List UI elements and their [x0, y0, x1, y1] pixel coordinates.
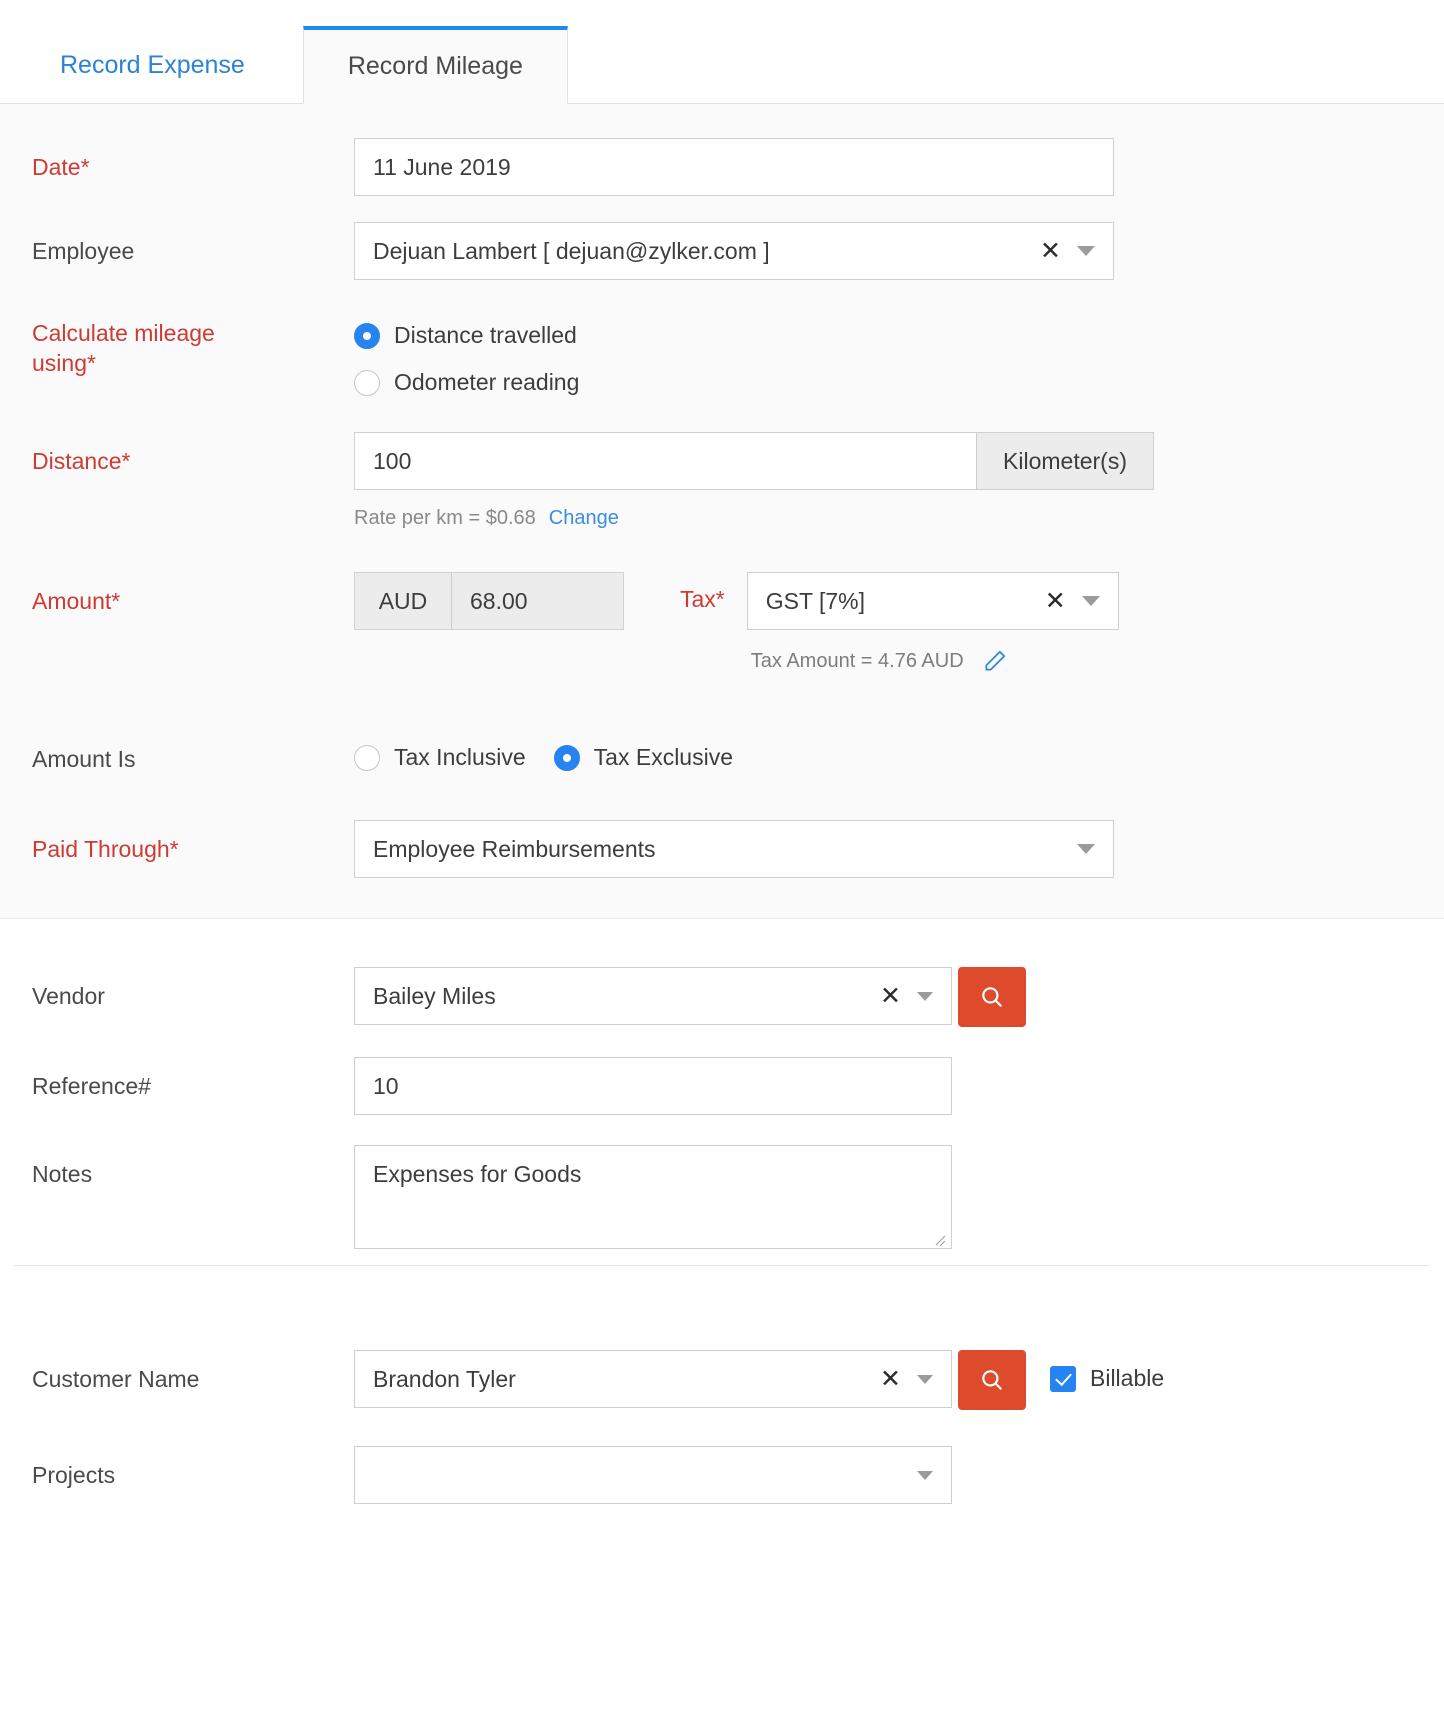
amount-is-radio-group: Tax Inclusive Tax Exclusive: [354, 730, 733, 771]
notes-textarea[interactable]: Expenses for Goods: [354, 1145, 952, 1249]
customer-name-select[interactable]: Brandon Tyler ✕: [354, 1350, 952, 1408]
change-rate-link[interactable]: Change: [549, 507, 619, 530]
amount-value: 68.00: [452, 572, 624, 630]
date-label: Date*: [32, 138, 354, 182]
radio-distance-travelled-icon[interactable]: [354, 323, 380, 349]
row-notes: Notes Expenses for Goods: [0, 1145, 1444, 1249]
radio-tax-inclusive-icon[interactable]: [354, 745, 380, 771]
radio-tax-inclusive-label: Tax Inclusive: [394, 744, 526, 771]
billable-checkbox[interactable]: [1050, 1366, 1076, 1392]
radio-odometer-reading[interactable]: Odometer reading: [354, 369, 579, 396]
vendor-search-button[interactable]: [958, 967, 1026, 1027]
amount-field: AUD 68.00: [354, 572, 624, 630]
projects-select[interactable]: [354, 1446, 952, 1504]
clear-icon[interactable]: ✕: [880, 1367, 901, 1392]
row-reference: Reference# 10: [0, 1057, 1444, 1115]
customer-name-label: Customer Name: [32, 1350, 354, 1394]
radio-tax-exclusive[interactable]: Tax Exclusive: [554, 744, 733, 771]
row-date: Date* 11 June 2019: [0, 138, 1444, 196]
reference-input[interactable]: 10: [354, 1057, 952, 1115]
notes-value: Expenses for Goods: [373, 1161, 581, 1187]
chevron-down-icon[interactable]: [917, 992, 933, 1001]
row-vendor: Vendor Bailey Miles ✕: [0, 967, 1444, 1027]
distance-unit-button[interactable]: Kilometer(s): [976, 432, 1154, 490]
projects-label: Projects: [32, 1446, 354, 1490]
tax-value: GST [7%]: [766, 588, 1045, 615]
chevron-down-icon[interactable]: [917, 1375, 933, 1384]
radio-odometer-reading-label: Odometer reading: [394, 369, 579, 396]
row-customer-name: Customer Name Brandon Tyler ✕ Billable: [0, 1350, 1444, 1410]
row-calculate-using: Calculate mileage using* Distance travel…: [0, 314, 1444, 396]
vendor-select[interactable]: Bailey Miles ✕: [354, 967, 952, 1025]
radio-odometer-reading-icon[interactable]: [354, 370, 380, 396]
row-amount-is: Amount Is Tax Inclusive Tax Exclusive: [0, 730, 1444, 788]
reference-label: Reference#: [32, 1057, 354, 1101]
row-paid-through: Paid Through* Employee Reimbursements: [0, 820, 1444, 878]
paid-through-label: Paid Through*: [32, 820, 354, 864]
clear-icon[interactable]: ✕: [880, 984, 901, 1009]
chevron-down-icon[interactable]: [1082, 596, 1100, 606]
vendor-value: Bailey Miles: [373, 983, 880, 1010]
paid-through-value: Employee Reimbursements: [373, 836, 1075, 863]
distance-label: Distance*: [32, 432, 354, 476]
radio-tax-inclusive[interactable]: Tax Inclusive: [354, 744, 526, 771]
tab-record-expense[interactable]: Record Expense: [0, 26, 303, 104]
section-divider: [14, 1265, 1430, 1266]
radio-distance-travelled[interactable]: Distance travelled: [354, 322, 579, 349]
clear-icon[interactable]: ✕: [1040, 239, 1061, 264]
date-input[interactable]: 11 June 2019: [354, 138, 1114, 196]
row-employee: Employee Dejuan Lambert [ dejuan@zylker.…: [0, 222, 1444, 280]
employee-label: Employee: [32, 222, 354, 266]
amount-is-label: Amount Is: [32, 730, 354, 774]
vendor-label: Vendor: [32, 967, 354, 1011]
billable-checkbox-group[interactable]: Billable: [1050, 1350, 1164, 1392]
tab-record-mileage-label: Record Mileage: [348, 52, 523, 81]
radio-tax-exclusive-icon[interactable]: [554, 745, 580, 771]
customer-name-value: Brandon Tyler: [373, 1366, 880, 1393]
clear-icon[interactable]: ✕: [1045, 589, 1066, 614]
mileage-section: Date* 11 June 2019 Employee Dejuan Lambe…: [0, 104, 1444, 919]
date-value: 11 June 2019: [373, 154, 1095, 181]
employee-select[interactable]: Dejuan Lambert [ dejuan@zylker.com ] ✕: [354, 222, 1114, 280]
billable-label: Billable: [1090, 1365, 1164, 1392]
resize-handle-icon[interactable]: [934, 1232, 948, 1246]
rate-per-km-text: Rate per km = $0.68: [354, 507, 536, 530]
tax-select[interactable]: GST [7%] ✕: [747, 572, 1119, 630]
tab-record-expense-label: Record Expense: [60, 51, 245, 80]
distance-value: 100: [373, 448, 411, 475]
distance-input[interactable]: 100: [354, 432, 976, 490]
customer-section: Customer Name Brandon Tyler ✕ Billable P…: [0, 1296, 1444, 1504]
tax-label: Tax*: [680, 572, 725, 613]
row-distance: Distance* 100 Kilometer(s) Rate per km =…: [0, 432, 1444, 530]
calculate-using-label-line2: using*: [32, 348, 354, 378]
calculate-using-label-line1: Calculate mileage: [32, 318, 354, 348]
row-amount-tax: Amount* AUD 68.00 Tax* GST [7%] ✕ Tax Am…: [0, 572, 1444, 674]
chevron-down-icon[interactable]: [917, 1471, 933, 1480]
calculate-using-radio-group: Distance travelled Odometer reading: [354, 314, 579, 396]
currency-code: AUD: [354, 572, 452, 630]
tax-amount-line: Tax Amount = 4.76 AUD: [747, 648, 1119, 674]
pencil-icon[interactable]: [982, 648, 1008, 674]
chevron-down-icon[interactable]: [1077, 246, 1095, 256]
radio-distance-travelled-label: Distance travelled: [394, 322, 577, 349]
distance-unit-label: Kilometer(s): [1003, 448, 1127, 475]
paid-through-select[interactable]: Employee Reimbursements: [354, 820, 1114, 878]
reference-value: 10: [373, 1073, 933, 1100]
radio-tax-exclusive-label: Tax Exclusive: [594, 744, 733, 771]
rate-per-km-line: Rate per km = $0.68 Change: [354, 507, 1154, 530]
details-section: Vendor Bailey Miles ✕ Reference# 10 N: [0, 919, 1444, 1296]
employee-value: Dejuan Lambert [ dejuan@zylker.com ]: [373, 238, 1040, 265]
tax-amount-text: Tax Amount = 4.76 AUD: [751, 650, 964, 673]
tab-bar: Record Expense Record Mileage: [0, 0, 1444, 104]
calculate-using-label: Calculate mileage using*: [32, 314, 354, 378]
amount-label: Amount*: [32, 572, 354, 616]
tab-record-mileage[interactable]: Record Mileage: [303, 26, 568, 104]
chevron-down-icon[interactable]: [1077, 844, 1095, 854]
customer-search-button[interactable]: [958, 1350, 1026, 1410]
row-projects: Projects: [0, 1446, 1444, 1504]
notes-label: Notes: [32, 1145, 354, 1189]
